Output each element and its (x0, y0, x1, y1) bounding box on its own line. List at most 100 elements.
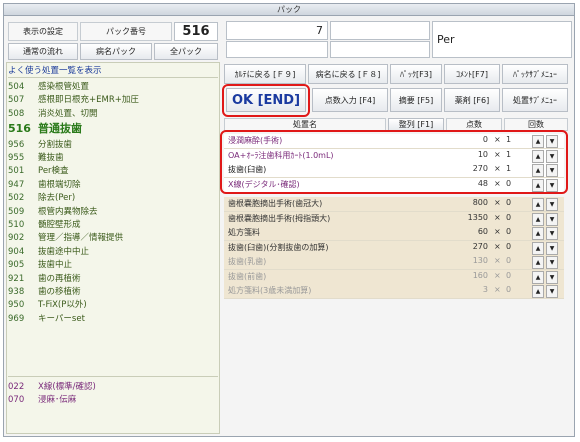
procedure-list-item[interactable]: 504 感染根管処置 (8, 80, 89, 92)
procedure-name: 髄腔壁形成 (38, 220, 81, 230)
count-down-arrow-icon[interactable]: ▼ (546, 256, 558, 269)
table-row[interactable]: 歯根嚢胞摘出手術(拇指頭大) 1350 × 0 ▲ ▼ (224, 211, 564, 227)
procedure-code: 950 (8, 300, 25, 311)
procedure-list-item[interactable]: 956 分割抜歯 (8, 138, 72, 150)
procedure-list-item[interactable]: 509 根管内異物除去 (8, 205, 98, 217)
count-down-arrow-icon[interactable]: ▼ (546, 212, 558, 226)
count-up-arrow-icon[interactable]: ▲ (532, 256, 544, 269)
procedure-submenu-button[interactable]: 処置ｻﾌﾞﾒﾆｭｰ (502, 88, 568, 112)
row-points: 800 (472, 198, 488, 207)
procedure-list-item[interactable]: 955 難抜歯 (8, 151, 64, 163)
count-down-arrow-icon[interactable]: ▼ (546, 285, 558, 298)
procedure-list-item[interactable]: 508 消炎処置、切開 (8, 107, 98, 119)
summary-f5-button[interactable]: 摘要 [F5] (390, 88, 442, 112)
pack-field-bottom-2[interactable] (330, 41, 430, 58)
drug-f6-button[interactable]: 薬剤 [F6] (444, 88, 500, 112)
count-up-arrow-icon[interactable]: ▲ (532, 227, 544, 240)
back-to-disease-button[interactable]: 病名に戻る [Ｆ８] (308, 64, 388, 84)
pack-field-top[interactable]: 7 (226, 21, 328, 40)
pack-submenu-button[interactable]: ﾊﾟｯｸｻﾌﾞﾒﾆｭｰ (502, 64, 568, 84)
pack-field-top-2[interactable] (330, 21, 430, 40)
procedure-list-item[interactable]: 902 管理／指導／情報提供 (8, 231, 123, 243)
procedure-code: 504 (8, 82, 25, 92)
procedure-name: 消炎処置、切開 (38, 108, 98, 119)
count-up-arrow-icon[interactable]: ▲ (532, 212, 544, 226)
procedure-name: 管理／指導／情報提供 (38, 233, 124, 244)
points-input-button[interactable]: 点数入力 [F4] (312, 88, 388, 112)
table-row[interactable]: 抜歯(臼歯)(分割抜歯の加算) 270 × 0 ▲ ▼ (224, 240, 564, 256)
count-down-arrow-icon[interactable]: ▼ (546, 227, 558, 240)
table-row[interactable]: 処方箋料 60 × 0 ▲ ▼ (224, 226, 564, 241)
procedure-code: 501 (8, 166, 25, 177)
count-up-arrow-icon[interactable]: ▲ (532, 270, 544, 284)
row-points: 3 (482, 285, 488, 294)
row-count[interactable]: 0 (506, 285, 511, 294)
procedure-code: 947 (8, 179, 25, 190)
count-down-arrow-icon[interactable]: ▼ (546, 270, 558, 284)
procedure-code: 516 (8, 122, 31, 136)
pack-field-bottom[interactable] (226, 41, 328, 58)
count-up-arrow-icon[interactable]: ▲ (532, 285, 544, 298)
procedure-list-item[interactable]: 938 歯の移植術 (8, 285, 81, 297)
row-points: 160 (472, 270, 488, 280)
times-sign: × (494, 212, 501, 222)
per-field[interactable]: Per (432, 21, 572, 58)
row-count[interactable]: 0 (506, 227, 511, 236)
back-to-chart-button[interactable]: ｶﾙﾃに戻る [Ｆ９] (224, 64, 306, 84)
table-row[interactable]: 抜歯(乳歯) 130 × 0 ▲ ▼ (224, 255, 564, 270)
row-count[interactable]: 0 (506, 242, 511, 251)
procedure-list-item[interactable]: 905 抜歯中止 (8, 258, 72, 270)
procedure-name: 歯の移植術 (38, 287, 81, 297)
row-count[interactable]: 0 (506, 271, 511, 280)
table-row[interactable]: 処方箋料(3歳未満加算) 3 × 0 ▲ ▼ (224, 284, 564, 299)
procedure-name: 感染根管処置 (38, 82, 90, 92)
procedure-list-item[interactable]: 904 抜歯途中中止 (8, 245, 89, 257)
row-count[interactable]: 0 (506, 213, 511, 222)
procedure-list-item[interactable]: 022 X線(標準/確認) (8, 380, 96, 392)
row-points: 60 (477, 227, 488, 236)
normal-flow-button[interactable]: 通常の流れ (8, 43, 78, 60)
procedure-code: 509 (8, 206, 25, 217)
procedure-list-item[interactable]: 950 T-FiX(P以外) (8, 298, 87, 310)
row-points: 130 (472, 256, 488, 265)
procedure-list-item[interactable]: 507 感根即日根充+EMR+加圧 (8, 93, 139, 105)
times-sign: × (494, 285, 501, 294)
procedure-code: 905 (8, 260, 25, 271)
times-sign: × (494, 227, 501, 236)
count-up-arrow-icon[interactable]: ▲ (532, 241, 544, 255)
procedure-name: 抜歯中止 (38, 260, 73, 271)
procedure-list-item[interactable]: 502 除去(Per) (8, 191, 75, 203)
procedure-list-item[interactable]: 947 歯根端切除 (8, 178, 81, 190)
times-sign: × (494, 256, 501, 265)
row-procedure-name: 抜歯(乳歯) (228, 257, 267, 266)
comment-f7-button[interactable]: ｺﾒﾝﾄ[F7] (444, 64, 500, 84)
procedure-list-item[interactable]: 969 キーパーset (8, 312, 85, 324)
pack-f3-button[interactable]: ﾊﾟｯｸ[F3] (390, 64, 442, 84)
disease-pack-button[interactable]: 病名パック (80, 43, 152, 60)
procedure-list-item[interactable]: 921 歯の再植術 (8, 272, 81, 284)
count-up-arrow-icon[interactable]: ▲ (532, 198, 544, 211)
procedure-code: 502 (8, 193, 25, 204)
procedure-list-item[interactable]: 501 Per検査 (8, 164, 69, 176)
procedure-name: 根管内異物除去 (38, 206, 98, 217)
window-title: パック (4, 4, 574, 16)
procedure-list-item[interactable]: 516 普通抜歯 (8, 120, 82, 136)
procedure-code: 921 (8, 273, 25, 284)
procedure-name: 除去(Per) (38, 193, 76, 204)
row-procedure-name: 抜歯(臼歯)(分割抜歯の加算) (228, 242, 329, 252)
list-divider (8, 376, 218, 377)
pack-number-label: パック番号 (80, 22, 172, 41)
all-pack-button[interactable]: 全パック (154, 43, 218, 60)
procedure-list-item[interactable]: 070 浸麻･伝麻 (8, 393, 76, 405)
row-count[interactable]: 0 (506, 198, 511, 207)
procedure-list-item[interactable]: 510 髄腔壁形成 (8, 218, 81, 230)
count-down-arrow-icon[interactable]: ▼ (546, 241, 558, 255)
procedure-code: 022 (8, 382, 25, 392)
row-procedure-name: 処方箋料 (228, 228, 260, 237)
row-count[interactable]: 0 (506, 256, 511, 265)
procedure-name: キーパーset (38, 313, 85, 324)
count-down-arrow-icon[interactable]: ▼ (546, 198, 558, 211)
procedure-code: 904 (8, 246, 25, 257)
table-row[interactable]: 抜歯(前歯) 160 × 0 ▲ ▼ (224, 269, 564, 285)
table-row[interactable]: 歯根嚢胞摘出手術(歯冠大) 800 × 0 ▲ ▼ (224, 197, 564, 212)
